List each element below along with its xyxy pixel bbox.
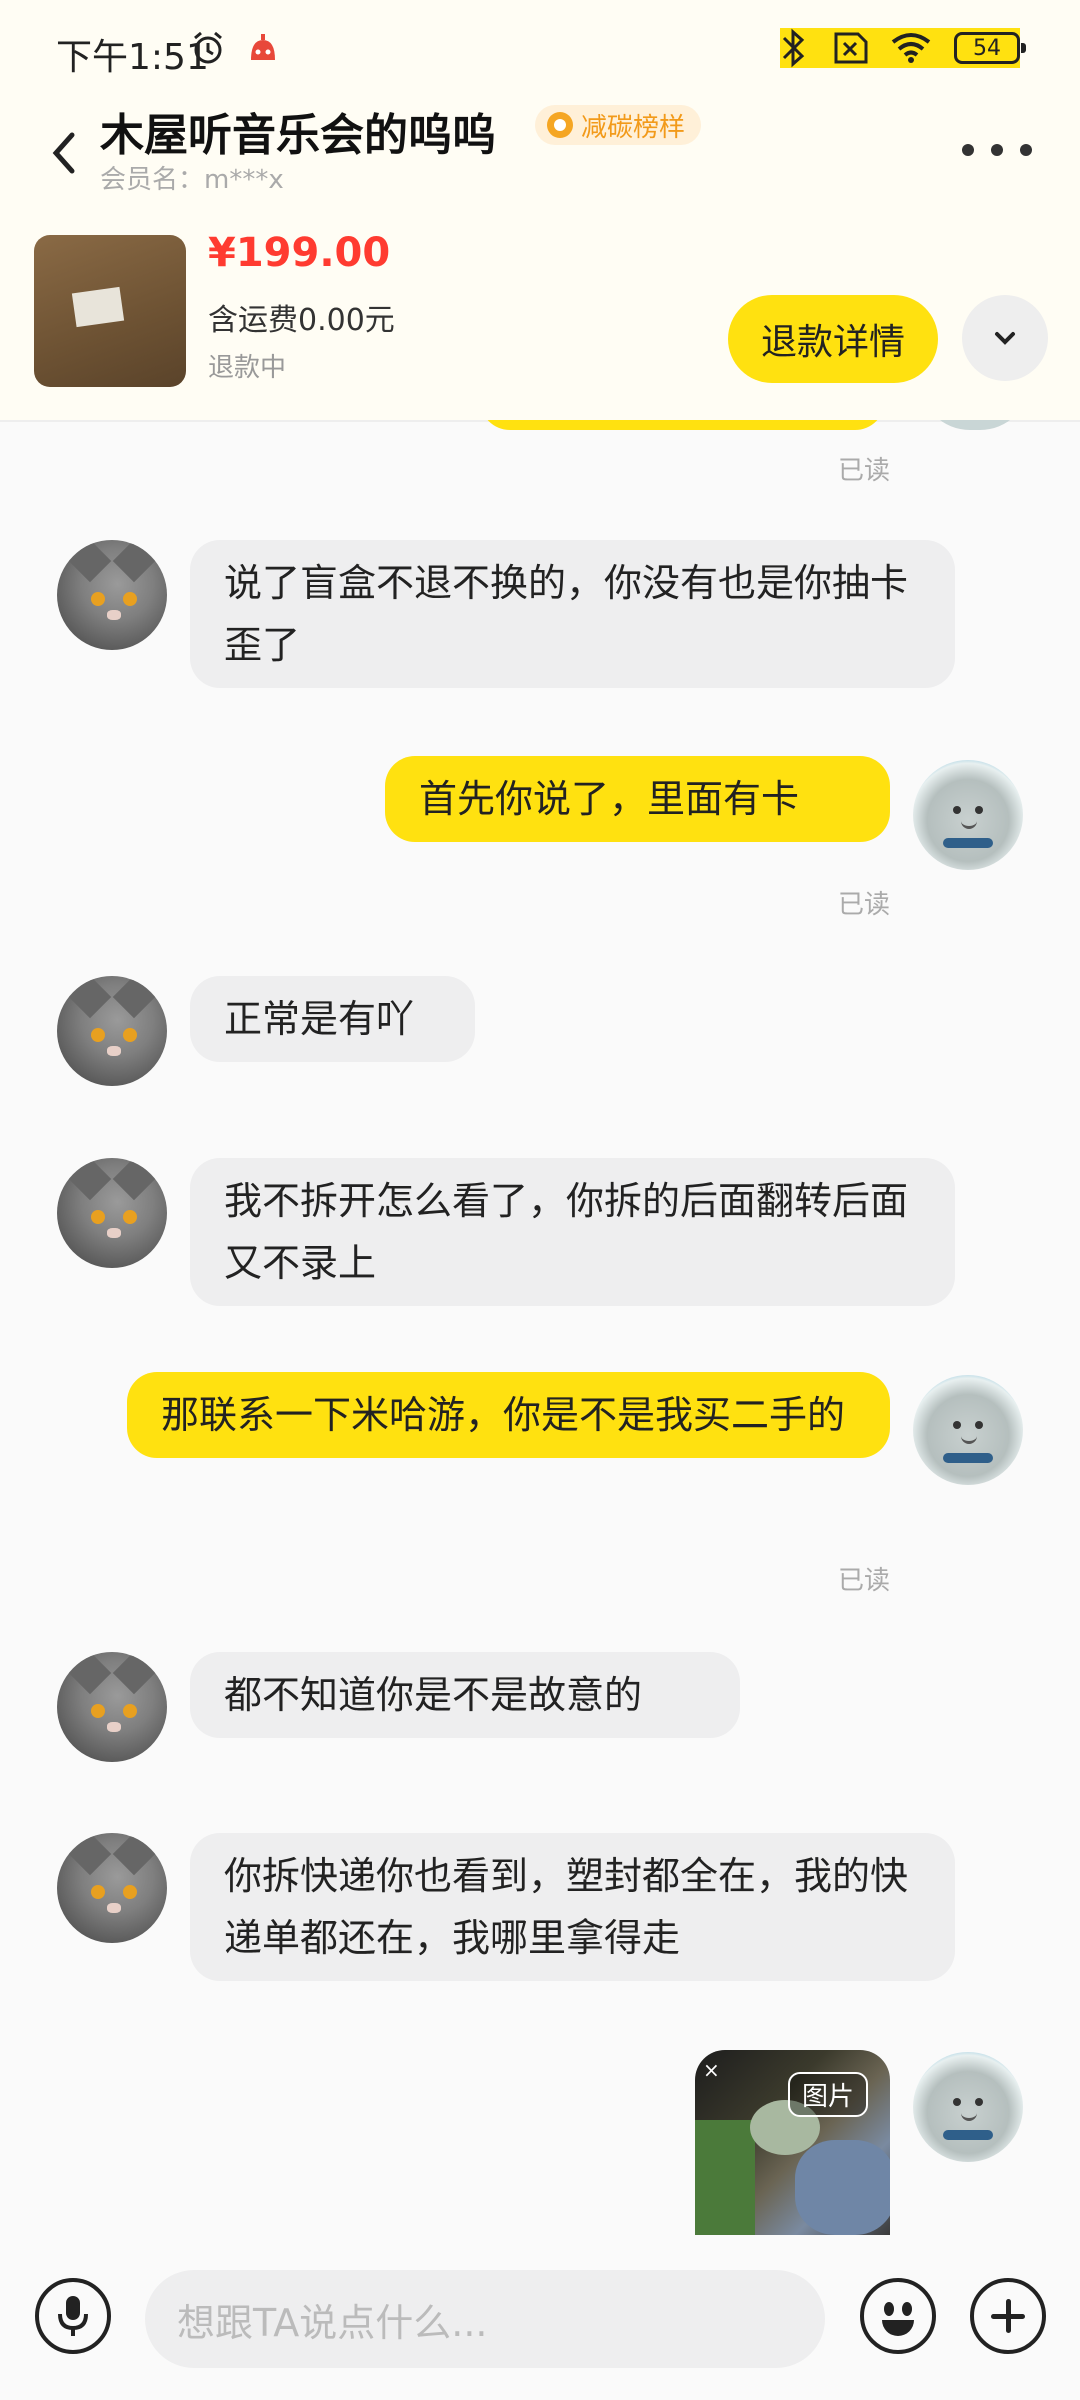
- message-bubble[interactable]: 首先你说了，里面有卡: [385, 756, 890, 842]
- message-bubble[interactable]: 那联系一下米哈游，你是不是我买二手的: [127, 1372, 890, 1458]
- chat-header: 木屋听音乐会的呜呜 减碳榜样 会员名：m***x: [0, 95, 1080, 205]
- plus-icon[interactable]: [970, 2278, 1046, 2354]
- shipping-info: 含运费0.00元: [208, 303, 395, 338]
- refund-details-button[interactable]: 退款详情: [728, 295, 938, 383]
- battery-icon: 54: [954, 32, 1026, 64]
- product-thumbnail[interactable]: [34, 235, 186, 387]
- close-icon[interactable]: ×: [703, 2058, 720, 2082]
- status-bar: 下午1:51 54: [0, 0, 1080, 95]
- message-bubble[interactable]: 都不知道你是不是故意的: [190, 1652, 740, 1738]
- leaf-icon: [547, 112, 573, 138]
- carbon-badge[interactable]: 减碳榜样: [535, 105, 702, 145]
- emoji-icon[interactable]: [860, 2278, 936, 2354]
- image-message[interactable]: × 图片: [695, 2050, 890, 2235]
- message-bubble[interactable]: 说了盲盒不退不换的，你没有也是你抽卡歪了: [190, 540, 955, 688]
- member-name: 会员名：m***x: [100, 165, 284, 195]
- contact-avatar[interactable]: [57, 976, 167, 1086]
- app-notification-icon: [251, 34, 275, 60]
- wifi-icon: [891, 33, 931, 63]
- refund-status: 退款中: [208, 353, 287, 383]
- user-avatar[interactable]: [913, 2052, 1023, 2162]
- badge-label: 减碳榜样: [581, 112, 686, 143]
- contact-avatar[interactable]: [57, 1833, 167, 1943]
- message-list[interactable]: 已读 说了盲盒不退不换的，你没有也是你抽卡歪了 首先你说了，里面有卡 已读 正常…: [0, 420, 1080, 2235]
- message-bubble-partial: [480, 420, 885, 430]
- order-card[interactable]: ¥199.00 含运费0.00元 退款中 退款详情: [0, 205, 1080, 422]
- more-icon[interactable]: [962, 125, 1032, 175]
- message-input[interactable]: 想跟TA说点什么...: [145, 2270, 825, 2368]
- contact-avatar[interactable]: [57, 1652, 167, 1762]
- chevron-down-icon: [995, 332, 1015, 345]
- no-sim-icon: [834, 32, 868, 64]
- read-receipt: 已读: [837, 1566, 890, 1596]
- back-icon[interactable]: [40, 113, 100, 183]
- status-time: 下午1:51: [56, 37, 209, 78]
- user-avatar[interactable]: [913, 760, 1023, 870]
- battery-level: 54: [973, 35, 1001, 61]
- message-bubble[interactable]: 我不拆开怎么看了，你拆的后面翻转后面又不录上: [190, 1158, 955, 1306]
- microphone-glyph: [58, 2296, 88, 2336]
- product-price: ¥199.00: [208, 230, 391, 276]
- mic-icon[interactable]: [35, 2278, 111, 2354]
- read-receipt: 已读: [837, 456, 890, 486]
- contact-avatar[interactable]: [57, 1158, 167, 1268]
- user-avatar[interactable]: [913, 1375, 1023, 1485]
- bluetooth-icon: [782, 28, 805, 68]
- alarm-icon: [194, 31, 222, 64]
- contact-name[interactable]: 木屋听音乐会的呜呜: [100, 99, 496, 163]
- input-bar: 想跟TA说点什么...: [0, 2235, 1080, 2400]
- read-receipt: 已读: [837, 890, 890, 920]
- contact-avatar[interactable]: [57, 540, 167, 650]
- message-bubble[interactable]: 你拆快递你也看到，塑封都全在，我的快递单都还在，我哪里拿得走: [190, 1833, 955, 1981]
- avatar-partial: [920, 420, 1030, 430]
- image-tag: 图片: [787, 2072, 868, 2117]
- expand-button[interactable]: [962, 295, 1048, 381]
- message-bubble[interactable]: 正常是有吖: [190, 976, 475, 1062]
